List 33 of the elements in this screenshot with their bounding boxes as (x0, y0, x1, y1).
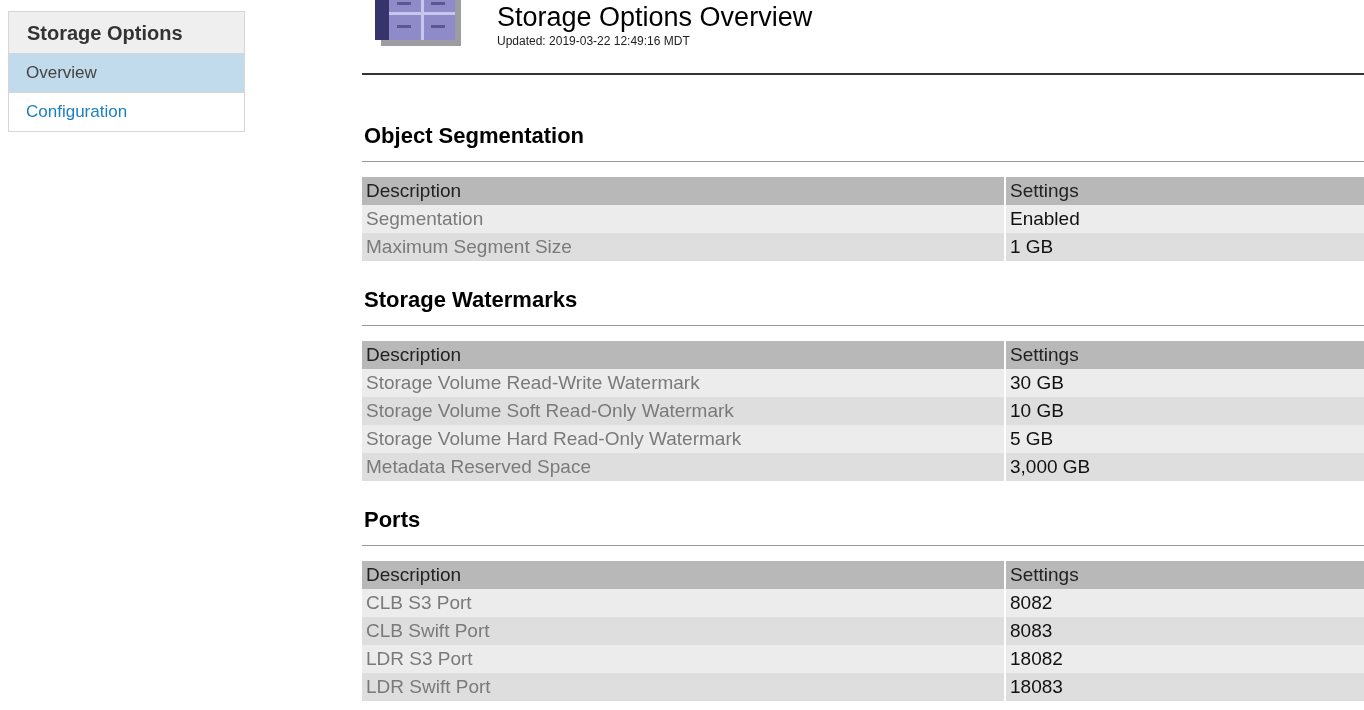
column-header: Settings (1005, 341, 1364, 369)
column-header: Description (362, 177, 1005, 205)
table-cell: Storage Volume Read-Write Watermark (362, 369, 1005, 397)
updated-timestamp: Updated: 2019-03-22 12:49:16 MDT (497, 34, 691, 48)
column-header: Description (362, 561, 1005, 589)
table-cell: 18083 (1005, 673, 1364, 701)
table-cell: Storage Volume Soft Read-Only Watermark (362, 397, 1005, 425)
table-cell: CLB S3 Port (362, 589, 1005, 617)
table-cell: Metadata Reserved Space (362, 453, 1005, 481)
table-cell: Storage Volume Hard Read-Only Watermark (362, 425, 1005, 453)
column-header: Description (362, 341, 1005, 369)
sidebar-item[interactable]: Overview (9, 54, 244, 93)
table-cell: 18082 (1005, 645, 1364, 673)
table-cell: 5 GB (1005, 425, 1364, 453)
column-header: Settings (1005, 177, 1364, 205)
table-cell: CLB Swift Port (362, 617, 1005, 645)
table-cell: 3,000 GB (1005, 453, 1364, 481)
table-cell: LDR Swift Port (362, 673, 1005, 701)
section-heading: Object Segmentation (363, 122, 586, 150)
column-header: Settings (1005, 561, 1364, 589)
table-cell: 8083 (1005, 617, 1364, 645)
table-cell: LDR S3 Port (362, 645, 1005, 673)
table-cell: 30 GB (1005, 369, 1364, 397)
table-cell: Segmentation (362, 205, 1005, 233)
section-heading: Ports (363, 506, 422, 534)
table-cell: 10 GB (1005, 397, 1364, 425)
table-cell: 8082 (1005, 589, 1364, 617)
table-cell: 1 GB (1005, 233, 1364, 261)
table-cell: Enabled (1005, 205, 1364, 233)
sidebar-title: Storage Options (9, 12, 244, 54)
table-cell: Maximum Segment Size (362, 233, 1005, 261)
page-title: Storage Options Overview (497, 2, 813, 33)
section-heading: Storage Watermarks (363, 286, 579, 314)
